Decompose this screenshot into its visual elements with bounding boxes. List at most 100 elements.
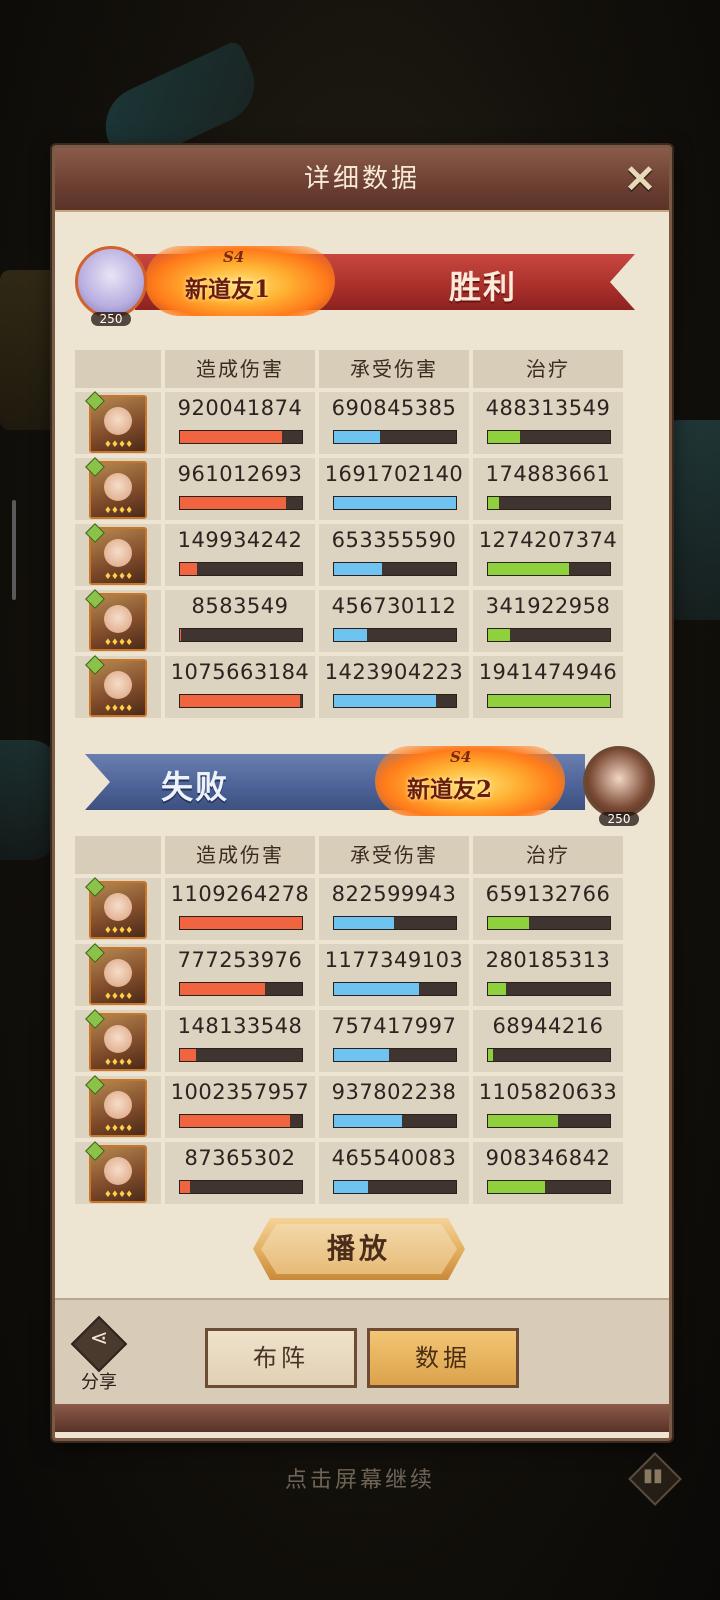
team2-stats-table: 造成伤害 承受伤害 治疗 ♦♦♦♦ 1109264278 822599943 6591…	[75, 836, 623, 1206]
hero-face	[104, 671, 132, 699]
hero-portrait-icon[interactable]: ♦♦♦♦	[85, 1075, 147, 1137]
damage-dealt-value: 149934242	[177, 528, 303, 552]
damage-taken-cell: 465540083	[319, 1142, 469, 1204]
team2-banner: S4 新道友2 失败 250	[75, 728, 655, 828]
hero-stars: ♦♦♦♦	[103, 992, 133, 1002]
header-hero	[75, 836, 161, 874]
hero-portrait-icon[interactable]: ♦♦♦♦	[85, 877, 147, 939]
healing-bar	[487, 562, 611, 576]
hero-portrait-icon[interactable]: ♦♦♦♦	[85, 1009, 147, 1071]
hero-portrait-icon[interactable]: ♦♦♦♦	[85, 391, 147, 453]
season-badge: S4	[223, 248, 245, 266]
share-button[interactable]: ⋖ 分享	[69, 1315, 129, 1394]
hero-stars: ♦♦♦♦	[103, 572, 133, 582]
damage-dealt-bar	[179, 1048, 303, 1062]
hero-face	[104, 473, 132, 501]
healing-bar	[487, 628, 611, 642]
hero-cell: ♦♦♦♦	[75, 457, 161, 520]
damage-taken-cell: 757417997	[319, 1010, 469, 1072]
hero-rank-gem-icon	[85, 877, 105, 897]
damage-dealt-value: 87365302	[184, 1146, 296, 1170]
damage-dealt-cell: 1075663184	[165, 656, 315, 718]
damage-dealt-bar-fill	[180, 431, 283, 443]
team2-avatar[interactable]	[583, 746, 655, 818]
healing-value: 1941474946	[478, 660, 618, 684]
healing-value: 280185313	[485, 948, 611, 972]
healing-bar-fill	[488, 629, 510, 641]
close-icon[interactable]: ✕	[619, 158, 661, 200]
hero-stars: ♦♦♦♦	[103, 638, 133, 648]
hero-rank-gem-icon	[85, 1075, 105, 1095]
team1-stats-table: 造成伤害 承受伤害 治疗 ♦♦♦♦ 920041874 690845385 48831…	[75, 350, 623, 720]
damage-dealt-bar-fill	[180, 1181, 190, 1193]
hero-face	[104, 893, 132, 921]
hero-face	[104, 407, 132, 435]
table-row: ♦♦♦♦ 148133548 757417997 68944216	[75, 1009, 623, 1074]
healing-bar	[487, 694, 611, 708]
share-label: 分享	[81, 1372, 117, 1393]
table-row: ♦♦♦♦ 961012693 1691702140 174883661	[75, 457, 623, 522]
damage-dealt-bar-fill	[180, 1115, 290, 1127]
hero-portrait-icon[interactable]: ♦♦♦♦	[85, 655, 147, 717]
hero-stars: ♦♦♦♦	[103, 926, 133, 936]
play-button[interactable]: 播放	[253, 1218, 465, 1280]
damage-dealt-bar-fill	[180, 983, 266, 995]
damage-taken-cell: 690845385	[319, 392, 469, 454]
hero-portrait-icon[interactable]: ♦♦♦♦	[85, 1141, 147, 1203]
hero-rank-gem-icon	[85, 457, 105, 477]
table-row: ♦♦♦♦ 8583549 456730112 341922958	[75, 589, 623, 654]
stats-icon-glyph: ▮▮	[643, 1465, 663, 1486]
damage-taken-cell: 937802238	[319, 1076, 469, 1138]
lineup-button[interactable]: 布阵	[205, 1328, 357, 1388]
hero-cell: ♦♦♦♦	[75, 1009, 161, 1072]
healing-bar	[487, 496, 611, 510]
damage-taken-cell: 653355590	[319, 524, 469, 586]
healing-cell: 659132766	[473, 878, 623, 940]
edge-handle	[12, 500, 16, 600]
data-button[interactable]: 数据	[367, 1328, 519, 1388]
healing-value: 488313549	[485, 396, 611, 420]
healing-bar-fill	[488, 1181, 546, 1193]
damage-dealt-bar	[179, 1114, 303, 1128]
damage-taken-bar-fill	[334, 917, 394, 929]
healing-bar-fill	[488, 431, 520, 443]
damage-dealt-bar-fill	[180, 695, 300, 707]
hero-rank-gem-icon	[85, 523, 105, 543]
healing-bar-fill	[488, 917, 530, 929]
hero-cell: ♦♦♦♦	[75, 943, 161, 1006]
healing-value: 68944216	[492, 1014, 604, 1038]
damage-taken-value: 1177349103	[324, 948, 464, 972]
damage-dealt-bar-fill	[180, 563, 198, 575]
damage-taken-cell: 1177349103	[319, 944, 469, 1006]
team1-result: 胜利	[449, 268, 518, 306]
damage-taken-value: 1423904223	[324, 660, 464, 684]
damage-dealt-bar	[179, 694, 303, 708]
hero-cell: ♦♦♦♦	[75, 1075, 161, 1138]
header-healing: 治疗	[473, 836, 623, 874]
damage-taken-bar-fill	[334, 695, 437, 707]
damage-dealt-bar-fill	[180, 917, 302, 929]
team1-avatar[interactable]	[75, 246, 147, 318]
table-row: ♦♦♦♦ 777253976 1177349103 280185313	[75, 943, 623, 1008]
hero-portrait-icon[interactable]: ♦♦♦♦	[85, 589, 147, 651]
damage-taken-cell: 456730112	[319, 590, 469, 652]
hero-stars: ♦♦♦♦	[103, 1190, 133, 1200]
tap-to-continue-hint[interactable]: 点击屏幕继续	[0, 1462, 720, 1494]
hero-face	[104, 959, 132, 987]
hero-cell: ♦♦♦♦	[75, 589, 161, 652]
header-damage-dealt: 造成伤害	[165, 350, 315, 388]
damage-taken-bar	[333, 430, 457, 444]
bar-chart-icon[interactable]: ▮▮	[628, 1452, 682, 1506]
hero-portrait-icon[interactable]: ♦♦♦♦	[85, 457, 147, 519]
damage-dealt-bar-fill	[180, 1049, 196, 1061]
damage-dealt-cell: 961012693	[165, 458, 315, 520]
hero-portrait-icon[interactable]: ♦♦♦♦	[85, 523, 147, 585]
table-row: ♦♦♦♦ 149934242 653355590 1274207374	[75, 523, 623, 588]
header-damage-taken: 承受伤害	[319, 350, 469, 388]
damage-dealt-bar	[179, 562, 303, 576]
dialog-footer-trim	[55, 1404, 669, 1432]
damage-taken-bar-fill	[334, 431, 381, 443]
hero-portrait-icon[interactable]: ♦♦♦♦	[85, 943, 147, 1005]
team2-avatar-level: 250	[599, 812, 639, 826]
table-header: 造成伤害 承受伤害 治疗	[75, 350, 623, 390]
